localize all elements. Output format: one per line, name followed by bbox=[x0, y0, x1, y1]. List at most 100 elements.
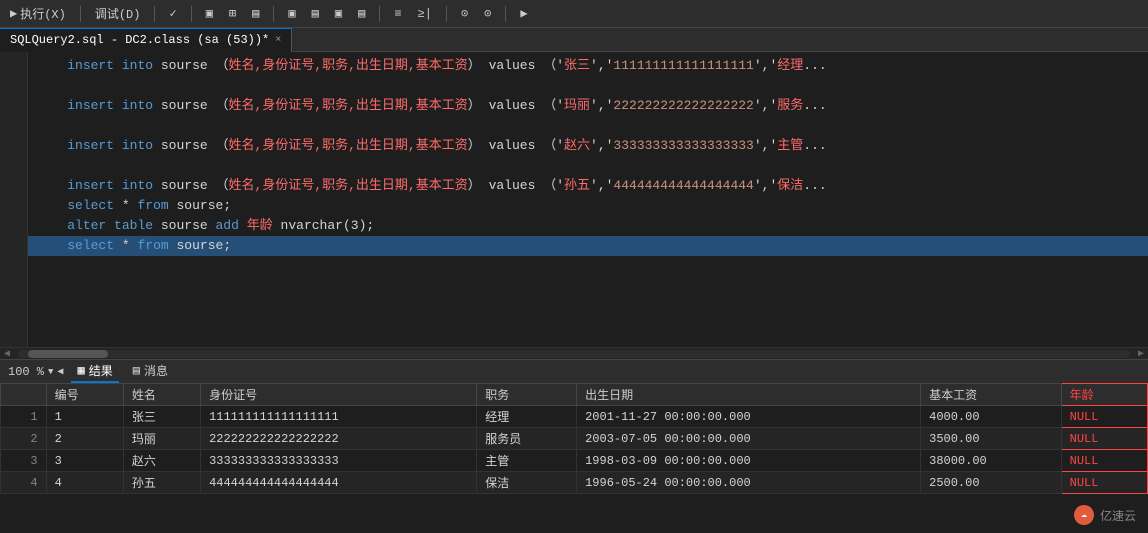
th-salary: 基本工资 bbox=[921, 384, 1062, 406]
sql-query-tab[interactable]: SQLQuery2.sql - DC2.class (sa (53))* × bbox=[0, 28, 292, 52]
code-area[interactable]: insert into sourse （姓名,身份证号,职务,出生日期,基本工资… bbox=[28, 52, 1148, 347]
toolbar-align[interactable]: ≥| bbox=[414, 5, 436, 23]
toolbar-sep-3 bbox=[191, 6, 192, 22]
toolbar-obj2[interactable]: ⊞ bbox=[225, 4, 240, 23]
toolbar-sep-1 bbox=[80, 6, 81, 22]
code-line-10: select * from sourse; bbox=[28, 236, 1148, 256]
cell-salary-2: 3500.00 bbox=[921, 428, 1062, 450]
cell-rownum-2: 2 bbox=[1, 428, 47, 450]
cell-idcard-3: 333333333333333333 bbox=[201, 450, 477, 472]
cell-age-3: NULL bbox=[1061, 450, 1147, 472]
cell-job-1: 经理 bbox=[477, 406, 577, 428]
cell-name-4: 孙五 bbox=[123, 472, 200, 494]
tab-close-btn[interactable]: × bbox=[275, 35, 281, 46]
toolbar-sep-2 bbox=[154, 6, 155, 22]
watermark-text: 亿速云 bbox=[1100, 507, 1136, 524]
th-age: 年龄 bbox=[1061, 384, 1147, 406]
cell-name-2: 玛丽 bbox=[123, 428, 200, 450]
scroll-track[interactable] bbox=[18, 350, 1130, 358]
results-table: 编号 姓名 身份证号 职务 出生日期 基本工资 年龄 1 1 张三 111111 bbox=[0, 383, 1148, 494]
code-line-3: insert into sourse （姓名,身份证号,职务,出生日期,基本工资… bbox=[28, 96, 1148, 116]
toolbar-sep-7 bbox=[505, 6, 506, 22]
code-line-12 bbox=[28, 276, 1148, 296]
cell-id-3: 3 bbox=[46, 450, 123, 472]
cell-id-4: 4 bbox=[46, 472, 123, 494]
line-numbers bbox=[0, 52, 28, 347]
watermark: ☁ 亿速云 bbox=[1074, 505, 1136, 525]
cell-birth-3: 1998-03-09 00:00:00.000 bbox=[577, 450, 921, 472]
table-row: 3 3 赵六 333333333333333333 主管 1998-03-09 … bbox=[1, 450, 1148, 472]
toolbar-circle2[interactable]: ⊙ bbox=[480, 4, 495, 23]
th-rownum bbox=[1, 384, 47, 406]
scroll-left-icon[interactable]: ◀ bbox=[57, 366, 63, 378]
cell-id-2: 2 bbox=[46, 428, 123, 450]
th-job: 职务 bbox=[477, 384, 577, 406]
table-row: 4 4 孙五 444444444444444444 保洁 1996-05-24 … bbox=[1, 472, 1148, 494]
cell-name-1: 张三 bbox=[123, 406, 200, 428]
th-name: 姓名 bbox=[123, 384, 200, 406]
toolbar-execute[interactable]: ▶ 执行(X) bbox=[6, 3, 70, 24]
cell-age-2: NULL bbox=[1061, 428, 1147, 450]
code-line-6 bbox=[28, 156, 1148, 176]
cell-birth-1: 2001-11-27 00:00:00.000 bbox=[577, 406, 921, 428]
cell-rownum-3: 3 bbox=[1, 450, 47, 472]
table-row: 2 2 玛丽 222222222222222222 服务员 2003-07-05… bbox=[1, 428, 1148, 450]
cell-job-2: 服务员 bbox=[477, 428, 577, 450]
cell-rownum-1: 1 bbox=[1, 406, 47, 428]
messages-tab-label: 消息 bbox=[144, 362, 168, 379]
cell-age-4: NULL bbox=[1061, 472, 1147, 494]
cell-salary-3: 38000.00 bbox=[921, 450, 1062, 472]
cell-idcard-1: 111111111111111111 bbox=[201, 406, 477, 428]
main-area: insert into sourse （姓名,身份证号,职务,出生日期,基本工资… bbox=[0, 52, 1148, 533]
table-body: 1 1 张三 111111111111111111 经理 2001-11-27 … bbox=[1, 406, 1148, 494]
toolbar-format[interactable]: ≡ bbox=[390, 5, 405, 23]
scroll-thumb[interactable] bbox=[28, 350, 108, 358]
cell-birth-4: 1996-05-24 00:00:00.000 bbox=[577, 472, 921, 494]
toolbar-check[interactable]: ✓ bbox=[165, 4, 180, 23]
cell-birth-2: 2003-07-05 00:00:00.000 bbox=[577, 428, 921, 450]
execute-label[interactable]: 执行(X) bbox=[20, 5, 66, 22]
results-tab-btn[interactable]: ▦ 结果 bbox=[71, 360, 118, 383]
cell-rownum-4: 4 bbox=[1, 472, 47, 494]
toolbar-obj5[interactable]: ▤ bbox=[308, 4, 323, 23]
code-line-8: select * from sourse; bbox=[28, 196, 1148, 216]
toolbar-debug[interactable]: 调试(D) bbox=[91, 3, 145, 24]
messages-tab-btn[interactable]: ▤ 消息 bbox=[127, 360, 174, 383]
cell-name-3: 赵六 bbox=[123, 450, 200, 472]
toolbar-obj7[interactable]: ▤ bbox=[354, 4, 369, 23]
cell-id-1: 1 bbox=[46, 406, 123, 428]
scroll-right-btn[interactable]: ▶ bbox=[1134, 348, 1148, 360]
messages-icon: ▤ bbox=[133, 363, 140, 378]
toolbar-obj3[interactable]: ▤ bbox=[248, 4, 263, 23]
zoom-value: 100 % bbox=[8, 365, 44, 379]
code-line-2 bbox=[28, 76, 1148, 96]
tab-bar: SQLQuery2.sql - DC2.class (sa (53))* × bbox=[0, 28, 1148, 52]
toolbar-arrow[interactable]: ▶ bbox=[516, 4, 531, 23]
code-line-1: insert into sourse （姓名,身份证号,职务,出生日期,基本工资… bbox=[28, 56, 1148, 76]
cell-age-1: NULL bbox=[1061, 406, 1147, 428]
cell-idcard-4: 444444444444444444 bbox=[201, 472, 477, 494]
cell-salary-1: 4000.00 bbox=[921, 406, 1062, 428]
horizontal-scrollbar[interactable]: ◀ ▶ bbox=[0, 347, 1148, 359]
results-toolbar: 100 % ▼ ◀ ▦ 结果 ▤ 消息 bbox=[0, 359, 1148, 383]
toolbar-obj6[interactable]: ▣ bbox=[331, 4, 346, 23]
editor-panel: insert into sourse （姓名,身份证号,职务,出生日期,基本工资… bbox=[0, 52, 1148, 533]
cell-salary-4: 2500.00 bbox=[921, 472, 1062, 494]
zoom-area: 100 % ▼ ◀ bbox=[8, 365, 63, 379]
debug-label: 调试(D) bbox=[95, 5, 141, 22]
toolbar-obj1[interactable]: ▣ bbox=[202, 4, 217, 23]
toolbar-sep-4 bbox=[273, 6, 274, 22]
th-birth: 出生日期 bbox=[577, 384, 921, 406]
toolbar-circle1[interactable]: ⊙ bbox=[457, 4, 472, 23]
toolbar: ▶ 执行(X) 调试(D) ✓ ▣ ⊞ ▤ ▣ ▤ ▣ ▤ ≡ ≥| ⊙ ⊙ ▶ bbox=[0, 0, 1148, 28]
zoom-dropdown-icon[interactable]: ▼ bbox=[48, 367, 53, 377]
toolbar-sep-6 bbox=[446, 6, 447, 22]
play-icon: ▶ bbox=[10, 6, 17, 21]
toolbar-obj4[interactable]: ▣ bbox=[284, 4, 299, 23]
results-table-icon: ▦ bbox=[77, 363, 84, 378]
scroll-left-btn[interactable]: ◀ bbox=[0, 348, 14, 360]
cell-idcard-2: 222222222222222222 bbox=[201, 428, 477, 450]
sql-editor[interactable]: insert into sourse （姓名,身份证号,职务,出生日期,基本工资… bbox=[0, 52, 1148, 347]
code-line-5: insert into sourse （姓名,身份证号,职务,出生日期,基本工资… bbox=[28, 136, 1148, 156]
results-area[interactable]: 编号 姓名 身份证号 职务 出生日期 基本工资 年龄 1 1 张三 111111 bbox=[0, 383, 1148, 533]
